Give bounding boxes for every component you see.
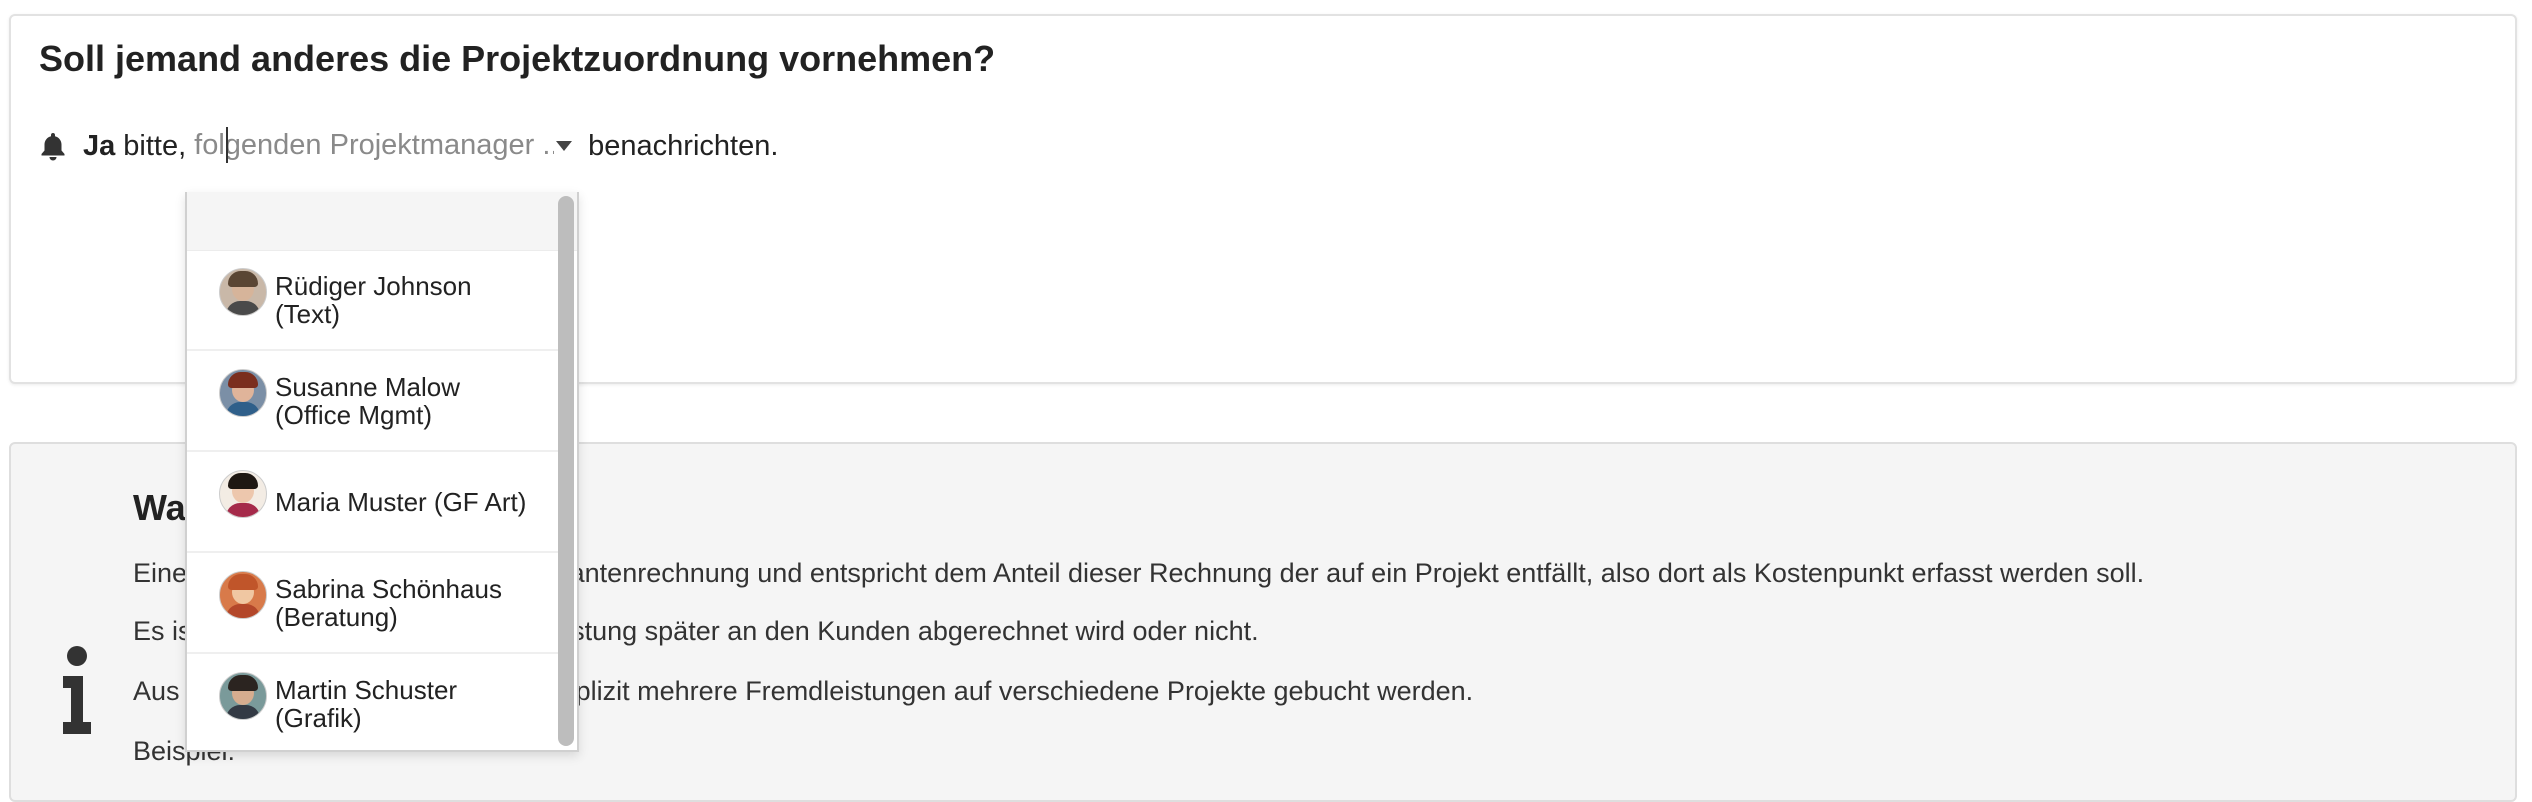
info-icon [63, 646, 91, 734]
dropdown-option[interactable]: Rüdiger Johnson (Text) [187, 250, 559, 351]
info-heading: Wa [133, 487, 186, 528]
text-cursor [226, 127, 229, 163]
dropdown-option[interactable]: Sabrina Schönhaus (Beratung) [187, 553, 559, 654]
dropdown-option[interactable]: Susanne Malow (Office Mgmt) [187, 351, 559, 452]
project-manager-search-input[interactable] [194, 125, 555, 165]
option-label: Sabrina Schönhaus (Beratung) [275, 573, 502, 632]
project-manager-dropdown: Rüdiger Johnson (Text) Susanne Malow (Of… [185, 192, 579, 752]
notify-suffix-text: benachrichten. [588, 129, 779, 162]
option-label: Rüdiger Johnson (Text) [275, 270, 472, 329]
yes-label: Ja [83, 129, 116, 162]
option-label: Maria Muster (GF Art) [275, 486, 527, 517]
dropdown-option[interactable]: Maria Muster (GF Art) [187, 452, 559, 553]
avatar [219, 570, 267, 619]
bell-icon [41, 133, 65, 161]
dropdown-search-area[interactable] [187, 192, 577, 251]
chevron-down-icon[interactable] [556, 141, 573, 151]
avatar [219, 671, 267, 720]
card-title: Soll jemand anderes die Projektzuordnung… [39, 38, 996, 79]
dropdown-options-list: Rüdiger Johnson (Text) Susanne Malow (Of… [187, 250, 559, 750]
avatar [219, 368, 267, 417]
dropdown-option[interactable]: Martin Schuster (Grafik) [187, 654, 559, 750]
project-manager-select[interactable] [194, 121, 584, 171]
option-label: Susanne Malow (Office Mgmt) [275, 371, 460, 430]
dropdown-scrollbar[interactable] [558, 196, 574, 746]
option-label: Martin Schuster (Grafik) [275, 674, 458, 733]
please-text: bitte, [123, 129, 187, 162]
avatar [219, 469, 267, 518]
avatar [219, 267, 267, 316]
notify-row: Ja bitte, benachrichten. [39, 111, 778, 181]
